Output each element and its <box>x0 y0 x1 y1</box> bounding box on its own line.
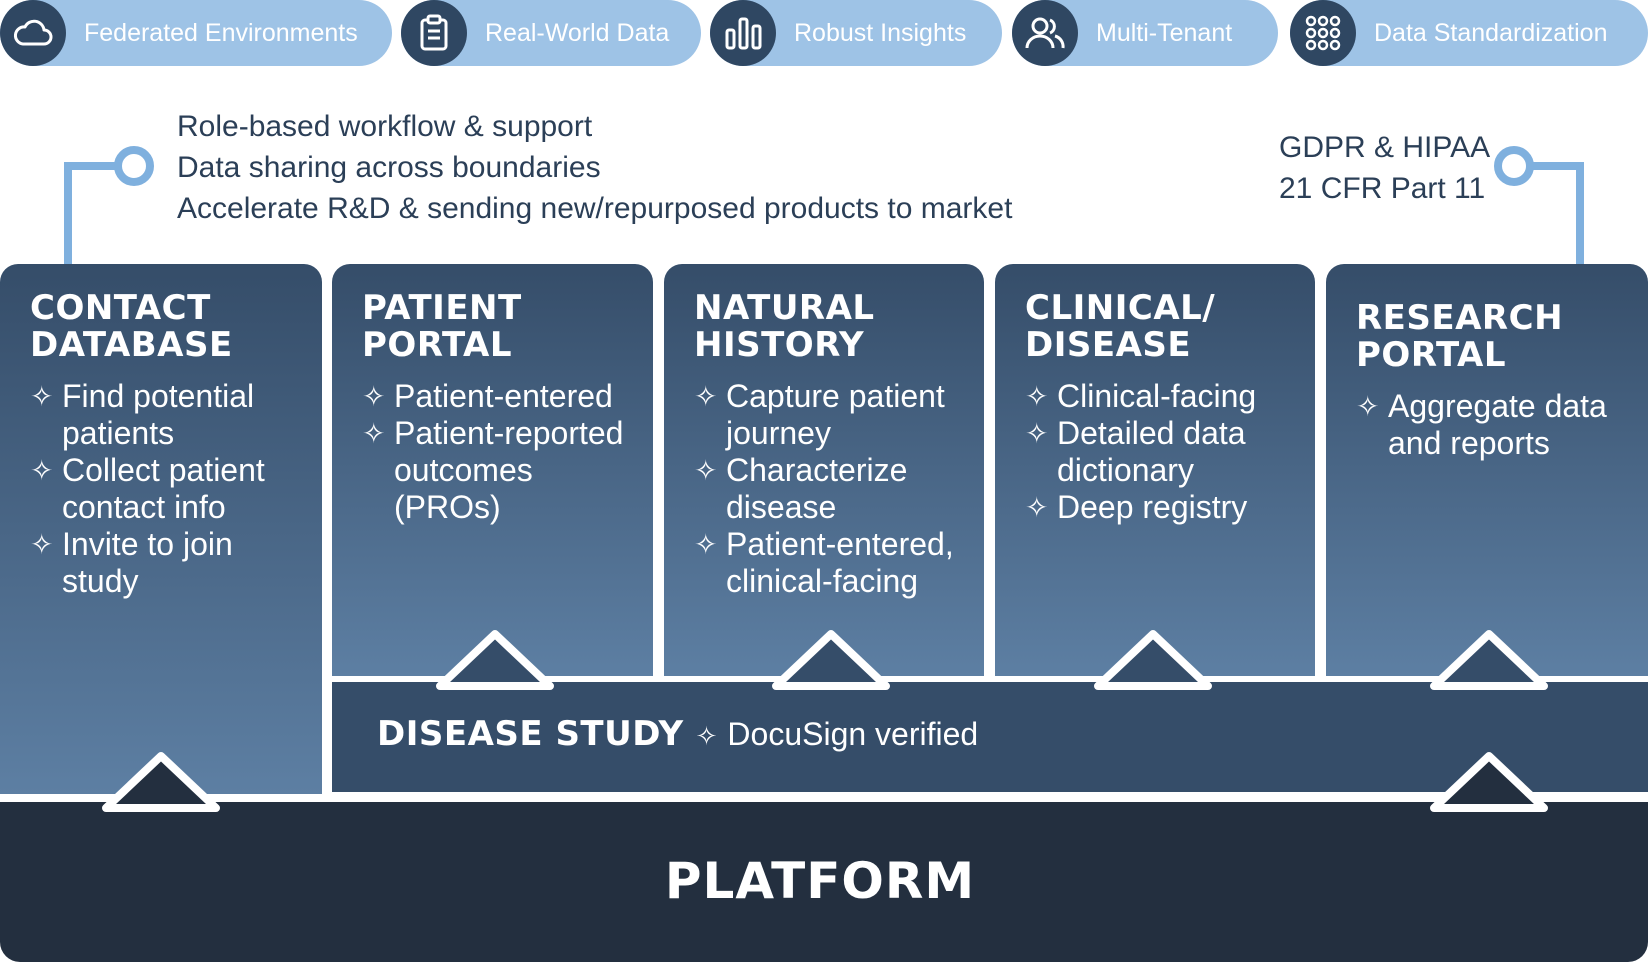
right-connector-horizontal <box>1526 162 1584 170</box>
feature-item: Role-based workflow & support <box>177 110 593 143</box>
star-icon: ✧ <box>362 381 386 412</box>
module-item: ✧ Patient-entered, clinical-facing <box>694 526 954 599</box>
star-icon: ✧ <box>362 418 386 449</box>
feature-list: Role-based workflow & support Data shari… <box>177 106 1012 229</box>
star-icon: ✧ <box>1025 492 1049 523</box>
cloud-icon <box>0 0 66 66</box>
module-item: ✧ Collect patient contact info <box>30 452 265 525</box>
module-item: ✧ Patient-entered <box>362 378 613 414</box>
module-item: ✧ Aggregate data and reports <box>1356 388 1607 461</box>
right-connector-vertical <box>1576 162 1584 266</box>
module-items: ✧ Find potential patients ✧ Collect patien… <box>30 378 322 600</box>
right-connector-ring <box>1494 146 1534 186</box>
left-connector-ring <box>114 146 154 186</box>
study-chevron-4 <box>1430 630 1548 690</box>
star-icon: ✧ <box>30 455 54 486</box>
star-icon: ✧ <box>694 381 718 412</box>
module-title: RESEARCH PORTAL <box>1356 298 1564 375</box>
module-title: CLINICAL/ DISEASE <box>1025 288 1216 365</box>
pill-multi-tenant: Multi-Tenant <box>1012 0 1278 66</box>
compliance-item: GDPR & HIPAA <box>1279 131 1491 164</box>
module-item: ✧ Deep registry <box>1025 489 1248 525</box>
pill-label: Federated Environments <box>84 18 358 47</box>
star-icon: ✧ <box>694 529 718 560</box>
star-icon: ✧ <box>694 455 718 486</box>
module-items: ✧ Patient-entered ✧ Patient-reported outco… <box>362 378 653 526</box>
module-items: ✧ Aggregate data and reports <box>1356 388 1648 462</box>
study-chevron-1 <box>436 630 554 690</box>
module-item: ✧ Characterize disease <box>694 452 908 525</box>
bar-chart-icon <box>710 0 776 66</box>
module-items: ✧ Clinical-facing ✧ Detailed data dictiona… <box>1025 378 1315 526</box>
compliance-item: 21 CFR Part 11 <box>1279 172 1486 205</box>
disease-study-title: DISEASE STUDY <box>377 714 684 754</box>
module-items: ✧ Capture patient journey ✧ Characterize d… <box>694 378 984 600</box>
disease-study-label: DISEASE STUDY ✧ DocuSign verified <box>377 714 978 754</box>
star-icon: ✧ <box>695 721 718 751</box>
star-icon: ✧ <box>1356 391 1380 422</box>
module-title: CONTACT DATABASE <box>30 288 233 365</box>
clipboard-icon <box>401 0 467 66</box>
module-item: ✧ Find potential patients <box>30 378 255 451</box>
pill-data-standardization: Data Standardization <box>1290 0 1648 66</box>
pill-federated-environments: Federated Environments <box>0 0 392 66</box>
pill-label: Real-World Data <box>485 18 670 47</box>
feature-item: Data sharing across boundaries <box>177 151 601 184</box>
pill-label: Robust Insights <box>794 18 967 47</box>
module-research-portal: RESEARCH PORTAL ✧ Aggregate data and repo… <box>1326 264 1648 676</box>
users-icon <box>1012 0 1078 66</box>
module-clinical-disease: CLINICAL/ DISEASE ✧ Clinical-facing ✧ Deta… <box>995 264 1315 676</box>
left-connector-vertical <box>64 162 72 266</box>
module-item: ✧ Patient-reported outcomes (PROs) <box>362 415 624 525</box>
module-title: NATURAL HISTORY <box>694 288 875 365</box>
pill-label: Data Standardization <box>1374 18 1608 47</box>
compliance-list: GDPR & HIPAA 21 CFR Part 11 <box>1279 127 1490 209</box>
module-contact-database: CONTACT DATABASE ✧ Find potential patient… <box>0 264 322 794</box>
module-item: ✧ Capture patient journey <box>694 378 945 451</box>
module-item: ✧ Detailed data dictionary <box>1025 415 1246 488</box>
star-icon: ✧ <box>30 529 54 560</box>
module-title: PATIENT PORTAL <box>362 288 522 365</box>
module-patient-portal: PATIENT PORTAL ✧ Patient-entered ✧ Patient… <box>332 264 653 676</box>
pill-real-world-data: Real-World Data <box>401 0 701 66</box>
module-item: ✧ Clinical-facing <box>1025 378 1257 414</box>
module-natural-history: NATURAL HISTORY ✧ Capture patient journey… <box>664 264 984 676</box>
feature-item: Accelerate R&D & sending new/repurposed … <box>177 192 1013 225</box>
study-chevron-2 <box>772 630 890 690</box>
pill-robust-insights: Robust Insights <box>710 0 1002 66</box>
pill-label: Multi-Tenant <box>1096 18 1233 47</box>
grid-icon <box>1290 0 1356 66</box>
platform-chevron-left <box>102 752 220 812</box>
module-item: ✧ Invite to join study <box>30 526 233 599</box>
star-icon: ✧ <box>1025 418 1049 449</box>
platform-title: PLATFORM <box>664 852 976 910</box>
platform-chevron-right <box>1430 752 1548 812</box>
disease-study-subtitle: DocuSign verified <box>727 716 979 752</box>
star-icon: ✧ <box>1025 381 1049 412</box>
star-icon: ✧ <box>30 381 54 412</box>
study-chevron-3 <box>1094 630 1212 690</box>
